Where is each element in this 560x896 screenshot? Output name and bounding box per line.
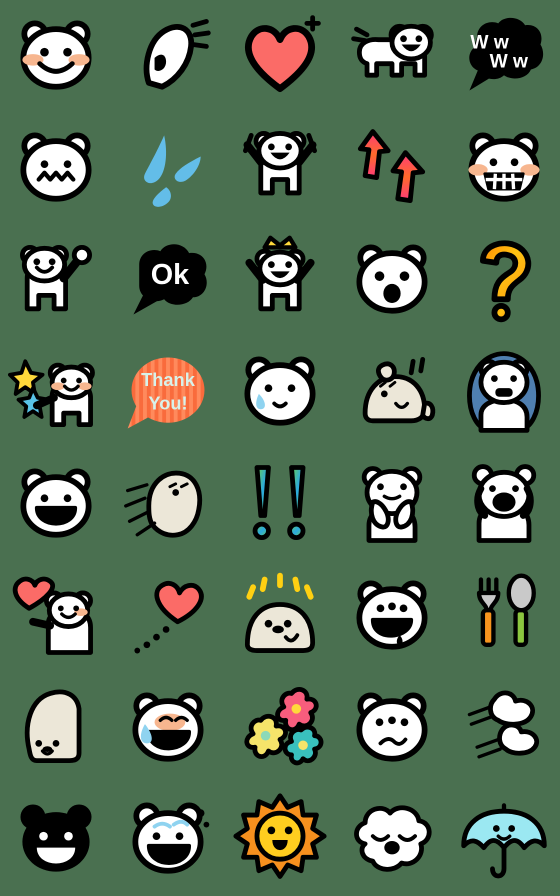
- sun-smiling-icon: [233, 793, 327, 879]
- double-exclamation-icon: [252, 465, 306, 540]
- speech-bubble-thankyou-icon: Thank You!: [127, 357, 205, 429]
- emoji-cell-bear-surprised[interactable]: Surprised bear face with open mouth: [336, 224, 448, 336]
- bear-grin-teeth-icon: [468, 132, 540, 202]
- seal-lying-icon: [24, 689, 82, 764]
- bubble-text-you: You!: [148, 392, 187, 413]
- question-mark-icon: [480, 240, 532, 323]
- emoji-cell-bear-shouting[interactable]: Bear shouting with paws up: [448, 448, 560, 560]
- emoji-cell-water-splash[interactable]: Blue water droplet splash: [112, 112, 224, 224]
- emoji-cell-bear-smile-blush[interactable]: Smiling bear face with blushing cheeks: [0, 0, 112, 112]
- emoji-cell-bear-black-silhouette[interactable]: Black bear silhouette smiling: [0, 784, 112, 896]
- bear-surprised-icon: [356, 244, 428, 314]
- speech-bubble-ok-icon: Ok: [133, 244, 207, 315]
- emoji-cell-bear-waving[interactable]: Bear waving one paw: [0, 224, 112, 336]
- emoji-cell-seal-ghost[interactable]: Seal ghost dashing: [112, 448, 224, 560]
- emoji-cell-heart-red[interactable]: Red heart with sparkle: [224, 0, 336, 112]
- cloud-sleeping-icon: [354, 805, 432, 872]
- bear-heart-wave-icon: [12, 576, 93, 655]
- emoji-cell-bear-heart-wave[interactable]: Bear waving with a red heart: [0, 560, 112, 672]
- bubble-text-line-1: W w: [470, 32, 508, 53]
- emoji-cell-ghost-swoosh[interactable]: White swooshing ghost / dashing shape: [112, 0, 224, 112]
- emoji-cell-heart-balloon[interactable]: Heart balloon on dotted string: [112, 560, 224, 672]
- emoji-cell-arrows-up[interactable]: Two upward gradient arrows: [336, 112, 448, 224]
- emoji-cell-bear-big-laugh[interactable]: Bear face laughing with wide open mouth: [0, 448, 112, 560]
- bear-black-silhouette-icon: [20, 804, 92, 872]
- bear-shouting-icon: [471, 464, 537, 543]
- emoji-cell-bear-sad[interactable]: Sad bear face: [336, 672, 448, 784]
- seal-ghost-icon: [124, 470, 203, 538]
- emoji-cell-bear-crying-tear[interactable]: Bear face with a tear: [224, 336, 336, 448]
- three-flowers-icon: [244, 686, 324, 766]
- emoji-cell-bear-praying[interactable]: Bear covering face with both paws: [336, 448, 448, 560]
- emoji-cell-bear-crown-cheer[interactable]: Bear with crown cheering: [224, 224, 336, 336]
- emoji-cell-seal-sleeping[interactable]: Sleeping seal with sweat drop: [336, 336, 448, 448]
- ghost-swoosh-icon: [143, 19, 211, 90]
- emoji-cell-dash-clouds[interactable]: Two dashing puff clouds: [448, 672, 560, 784]
- bear-crying-tear-icon: [244, 356, 316, 426]
- emoji-cell-sun-smiling[interactable]: Smiling sun: [224, 784, 336, 896]
- emoji-cell-speech-bubble-ok[interactable]: Black speech bubble with Ok Ok: [112, 224, 224, 336]
- emoji-cell-double-exclamation[interactable]: Two striped exclamation marks: [224, 448, 336, 560]
- heart-balloon-icon: [134, 580, 204, 654]
- emoji-cell-cloud-sleeping[interactable]: Sleeping cloud face: [336, 784, 448, 896]
- bubble-text-thank: Thank: [141, 369, 196, 390]
- arrows-up-icon: [357, 129, 426, 204]
- bear-worried-icon: [20, 132, 92, 202]
- bear-with-flowers-icon: [8, 359, 95, 428]
- bear-open-mouth-icon: [356, 580, 428, 650]
- bear-laugh-tear-icon: [132, 692, 204, 762]
- bear-smile-blush-icon: [20, 20, 92, 90]
- seal-sparkle-icon: [244, 572, 316, 653]
- emoji-cell-speech-bubble-thankyou[interactable]: Orange striped speech bubble with Thank …: [112, 336, 224, 448]
- bubble-text-ok: Ok: [151, 259, 190, 291]
- bear-sad-icon: [356, 692, 428, 762]
- bubble-text-line-2: W w: [490, 52, 528, 73]
- bear-big-laugh-icon: [20, 468, 92, 538]
- emoji-cell-question-mark[interactable]: Orange yellow question mark: [448, 224, 560, 336]
- heart-red-icon: [245, 15, 321, 92]
- emoji-grid: Smiling bear face with blushing cheeks W…: [0, 0, 560, 896]
- bear-shouting-sweat-icon: [132, 802, 210, 874]
- seal-sleeping-icon: [362, 356, 436, 424]
- bear-cheering-icon: [243, 131, 317, 196]
- water-splash-icon: [144, 135, 201, 207]
- bear-waving-icon: [20, 244, 92, 312]
- emoji-cell-bear-grin-teeth[interactable]: Bear grinning with teeth and blush: [448, 112, 560, 224]
- emoji-cell-umbrella-blue[interactable]: Blue smiling umbrella: [448, 784, 560, 896]
- emoji-cell-bear-standing-laugh[interactable]: Standing bear laughing: [336, 0, 448, 112]
- emoji-cell-bear-shouting-sweat[interactable]: Bear shouting with blue sweat: [112, 784, 224, 896]
- emoji-cell-bear-laugh-tear[interactable]: Bear laughing with tear and blush: [112, 672, 224, 784]
- bear-praying-icon: [361, 466, 423, 543]
- emoji-cell-seal-sparkle[interactable]: Seal with yellow sparkle rays: [224, 560, 336, 672]
- emoji-cell-bear-with-flowers[interactable]: Bear holding star flowers bouquet: [0, 336, 112, 448]
- emoji-cell-speech-bubble-www[interactable]: Black speech bubble with W w W w W w W w: [448, 0, 560, 112]
- emoji-cell-bear-hoodie-shock[interactable]: Bear in blue hoodie looking shocked: [448, 336, 560, 448]
- emoji-cell-three-flowers[interactable]: Three colorful flowers: [224, 672, 336, 784]
- emoji-cell-fork-and-spoon[interactable]: Fork and spoon cutlery: [448, 560, 560, 672]
- emoji-cell-bear-open-mouth[interactable]: Bear face with wide open mouth: [336, 560, 448, 672]
- fork-and-spoon-icon: [476, 573, 536, 647]
- emoji-cell-seal-lying[interactable]: Seal lying down: [0, 672, 112, 784]
- dash-clouds-icon: [467, 690, 540, 759]
- speech-bubble-www-icon: W w W w: [469, 17, 544, 91]
- umbrella-blue-icon: [461, 803, 547, 879]
- bear-standing-laugh-icon: [351, 23, 434, 78]
- emoji-cell-bear-cheering[interactable]: Bear cheering with both arms raised: [224, 112, 336, 224]
- bear-crown-cheer-icon: [245, 235, 315, 312]
- bear-hoodie-shock-icon: [467, 351, 541, 433]
- emoji-cell-bear-worried[interactable]: Worried bear face with wavy mouth: [0, 112, 112, 224]
